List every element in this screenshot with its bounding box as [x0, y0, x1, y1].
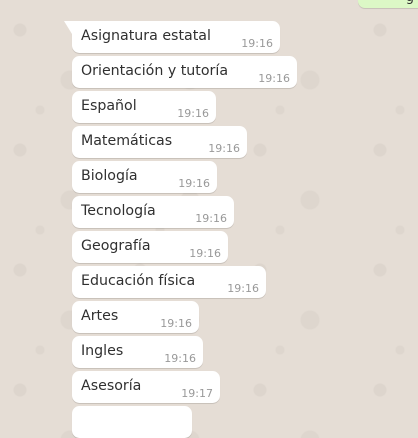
message-bubble[interactable]: Tecnología 19:16 [72, 196, 234, 228]
message-bubble[interactable]: Asignatura estatal 19:16 [64, 21, 280, 53]
message-bubble[interactable]: Matemáticas 19:16 [72, 126, 247, 158]
message-timestamp: 19:16 [195, 212, 227, 225]
outgoing-message-text: g [406, 0, 414, 5]
message-text: Asesoría [81, 378, 142, 394]
message-bubble[interactable]: Biología 19:16 [72, 161, 217, 193]
message-timestamp: 19:16 [208, 142, 240, 155]
message-bubble[interactable]: Asesoría 19:17 [72, 371, 220, 403]
message-timestamp: 19:16 [189, 247, 221, 260]
message-timestamp: 19:16 [164, 352, 196, 365]
message-text: Orientación y tutoría [81, 63, 229, 79]
message-text: Español [81, 98, 137, 114]
message-text: Educación física [81, 273, 196, 289]
message-bubble[interactable]: Orientación y tutoría 19:16 [72, 56, 297, 88]
message-timestamp: 19:16 [258, 72, 290, 85]
message-text: Geografía [81, 238, 151, 254]
message-text: Artes [81, 308, 119, 324]
outgoing-message-bubble[interactable]: g [358, 0, 418, 8]
chat-message-area[interactable]: g Asignatura estatal 19:16 Orientación y… [0, 0, 418, 438]
message-text: Ingles [81, 343, 124, 359]
message-bubble[interactable]: Educación física 19:16 [72, 266, 266, 298]
message-text: Tecnología [81, 203, 156, 219]
message-bubble[interactable]: Geografía 19:16 [72, 231, 228, 263]
message-bubble[interactable]: Artes 19:16 [72, 301, 199, 333]
message-text: Asignatura estatal [81, 28, 211, 44]
message-text: Matemáticas [81, 133, 173, 149]
message-timestamp: 19:16 [177, 107, 209, 120]
message-bubble[interactable]: Ingles 19:16 [72, 336, 203, 368]
message-bubble[interactable]: Español 19:16 [72, 91, 216, 123]
message-timestamp: 19:16 [227, 282, 259, 295]
message-timestamp: 19:17 [181, 387, 213, 400]
message-bubble[interactable] [72, 406, 192, 438]
message-timestamp: 19:16 [241, 37, 273, 50]
message-text: Biología [81, 168, 138, 184]
message-timestamp: 19:16 [160, 317, 192, 330]
message-timestamp: 19:16 [178, 177, 210, 190]
